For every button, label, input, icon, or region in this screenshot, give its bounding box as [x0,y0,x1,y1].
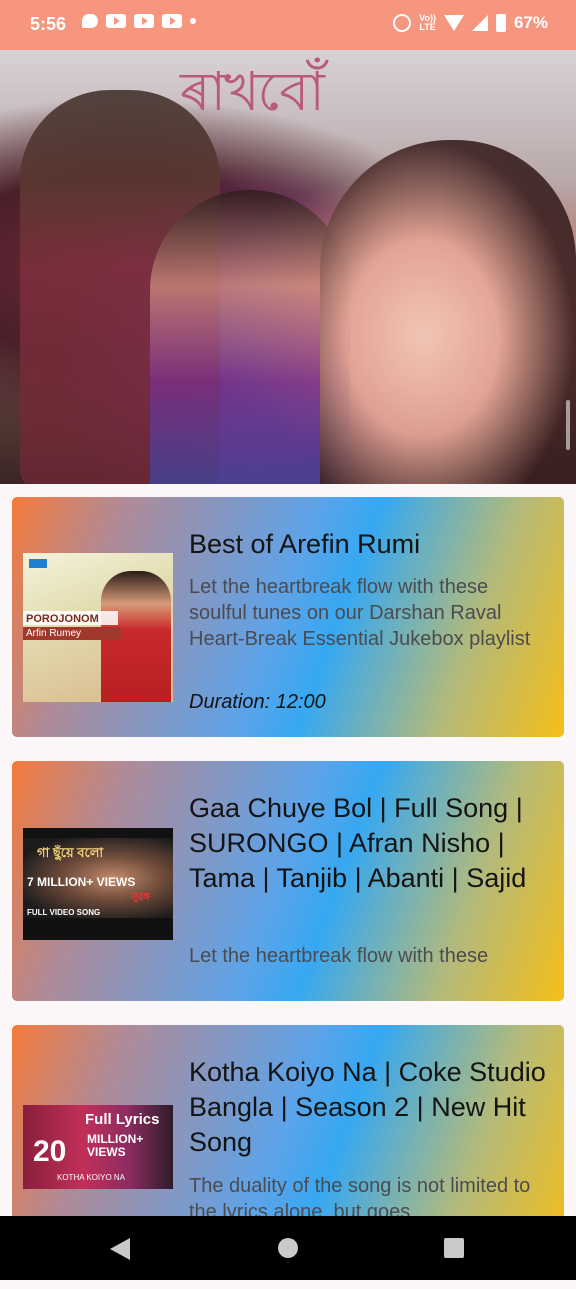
battery-percent: 67% [513,13,548,32]
hero-title-art: ৰাখবোঁ [180,60,325,123]
youtube-notification-icon-2 [134,14,154,28]
hero-woman-closeup-figure [320,140,576,484]
cell-signal-icon [471,15,488,31]
song-description: Let the heartbreak flow with these soulf… [189,576,531,650]
battery-icon [495,14,506,32]
song-title: Kotha Koiyo Na | Coke Studio Bangla | Se… [189,1057,546,1157]
hero-banner-image[interactable]: ৰাখবোঁ [0,50,576,484]
status-bar: 5:56 Vo)) LTE 67% [0,0,576,50]
alarm-icon [393,14,412,32]
wifi-icon [443,15,464,31]
song-title: Best of Arefin Rumi [189,529,421,559]
status-time: 5:56 [30,14,67,34]
song-duration: Duration: 12:00 [189,691,326,711]
youtube-notification-icon-3 [162,14,182,28]
song-list[interactable]: POROJONOM Arfin Rumey Best of Arefin Rum… [12,497,564,1289]
scroll-indicator [566,400,570,450]
back-icon[interactable] [110,1238,130,1260]
youtube-notification-icon [106,14,126,28]
song-description: Let the heartbreak flow with these [189,945,489,967]
notification-icons [82,14,196,28]
song-title: Gaa Chuye Bol | Full Song | SURONGO | Af… [189,793,527,893]
song-thumbnail: POROJONOM Arfin Rumey [23,553,173,702]
song-thumbnail: গা ছুঁয়ে বলো 7 MILLION+ VIEWS FULL VIDE… [23,828,173,940]
navigation-bar [0,1216,576,1280]
recent-apps-icon[interactable] [444,1238,464,1258]
more-notifications-dot-icon [190,18,196,24]
channel-logo-icon [29,559,47,568]
system-status-icons: Vo)) LTE 67% [393,13,548,33]
song-card[interactable]: POROJONOM Arfin Rumey Best of Arefin Rum… [12,497,564,737]
song-description: The duality of the song is not limited t… [189,1175,531,1219]
song-card[interactable]: গা ছুঁয়ে বলো 7 MILLION+ VIEWS FULL VIDE… [12,761,564,1001]
volte-icon: Vo)) LTE [419,13,436,32]
chat-notification-icon [82,14,98,28]
home-icon[interactable] [278,1238,298,1258]
